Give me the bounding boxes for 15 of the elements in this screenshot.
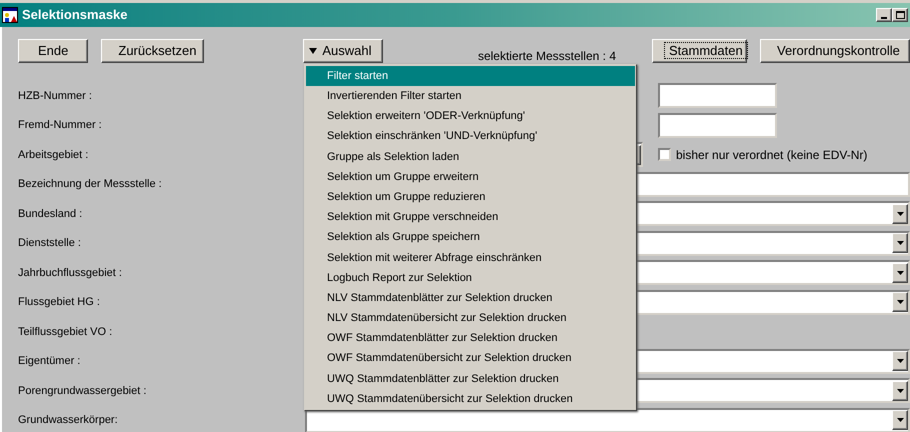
field-label: Bundesland : xyxy=(17,206,84,222)
field-label: Eigentümer : xyxy=(17,354,82,369)
selection-count: selektierte Messstellen : 4 xyxy=(478,48,616,65)
field-label: Fremd-Nummer : xyxy=(17,118,103,133)
field-label: Bezeichnung der Messstelle : xyxy=(17,177,163,192)
field-label: Arbeitsgebiet : xyxy=(17,148,90,162)
window-title: Selektionsmaske xyxy=(22,6,128,24)
checkbox-label: bisher nur verordnet (keine EDV-Nr) xyxy=(676,146,868,164)
field-label: Teilflussgebiet VO : xyxy=(17,324,114,340)
field-label: Flussgebiet HG : xyxy=(17,295,101,310)
field-label: Grundwasserkörper: xyxy=(17,413,119,428)
field-label: HZB-Nummer : xyxy=(17,88,93,104)
field-label: Dienststelle : xyxy=(17,236,82,251)
field-label: Jahrbuchflussgebiet : xyxy=(17,266,123,280)
field-label: Porengrundwassergebiet : xyxy=(17,384,148,398)
